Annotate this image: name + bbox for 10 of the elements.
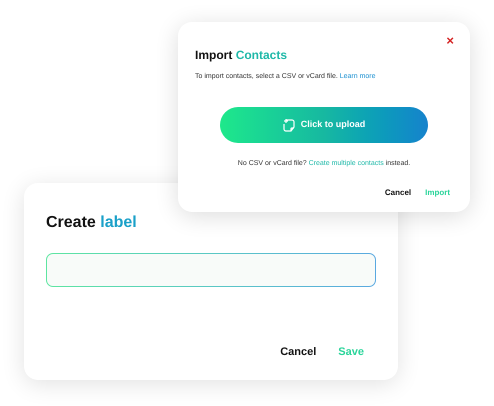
confirm-button[interactable]: Import bbox=[425, 187, 450, 199]
cancel-button[interactable]: Cancel bbox=[280, 344, 316, 360]
label-input-field[interactable] bbox=[46, 253, 376, 287]
upload-button[interactable]: Click to upload bbox=[220, 106, 428, 142]
dialog-title: Create label bbox=[46, 213, 138, 233]
file-add-icon bbox=[282, 118, 296, 132]
cancel-button[interactable]: Cancel bbox=[384, 187, 412, 199]
close-button[interactable]: × bbox=[446, 34, 454, 47]
dialog-title: Import Contacts bbox=[195, 47, 288, 64]
confirm-button[interactable]: Save bbox=[338, 344, 364, 360]
